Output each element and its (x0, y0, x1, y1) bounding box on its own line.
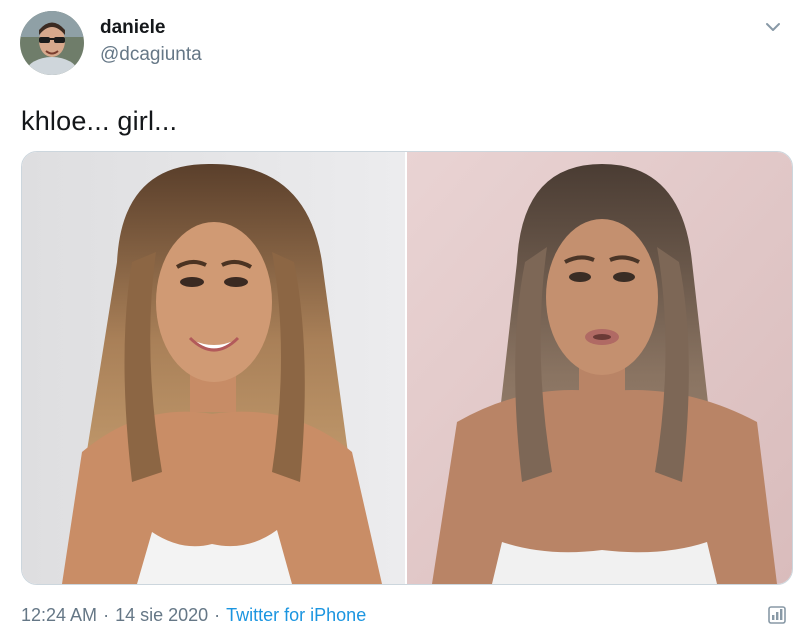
media-grid (21, 151, 793, 585)
tweet-text: khloe... girl... (21, 106, 178, 136)
chevron-down-icon[interactable] (760, 14, 786, 40)
avatar[interactable] (20, 11, 84, 75)
user-handle[interactable]: @dcagiunta (100, 44, 202, 66)
display-name[interactable]: daniele (100, 17, 165, 39)
tweet-date[interactable]: 14 sie 2020 (115, 605, 208, 625)
photo-left[interactable] (22, 152, 405, 584)
separator: · (103, 605, 110, 625)
photo-right[interactable] (407, 152, 792, 584)
tweet-meta: 12:24 AM · 14 sie 2020 · Twitter for iPhone (21, 605, 366, 626)
analytics-icon[interactable] (766, 604, 788, 626)
tweet-source-link[interactable]: Twitter for iPhone (226, 605, 366, 625)
tweet-time[interactable]: 12:24 AM (21, 605, 97, 625)
separator: · (214, 605, 221, 625)
